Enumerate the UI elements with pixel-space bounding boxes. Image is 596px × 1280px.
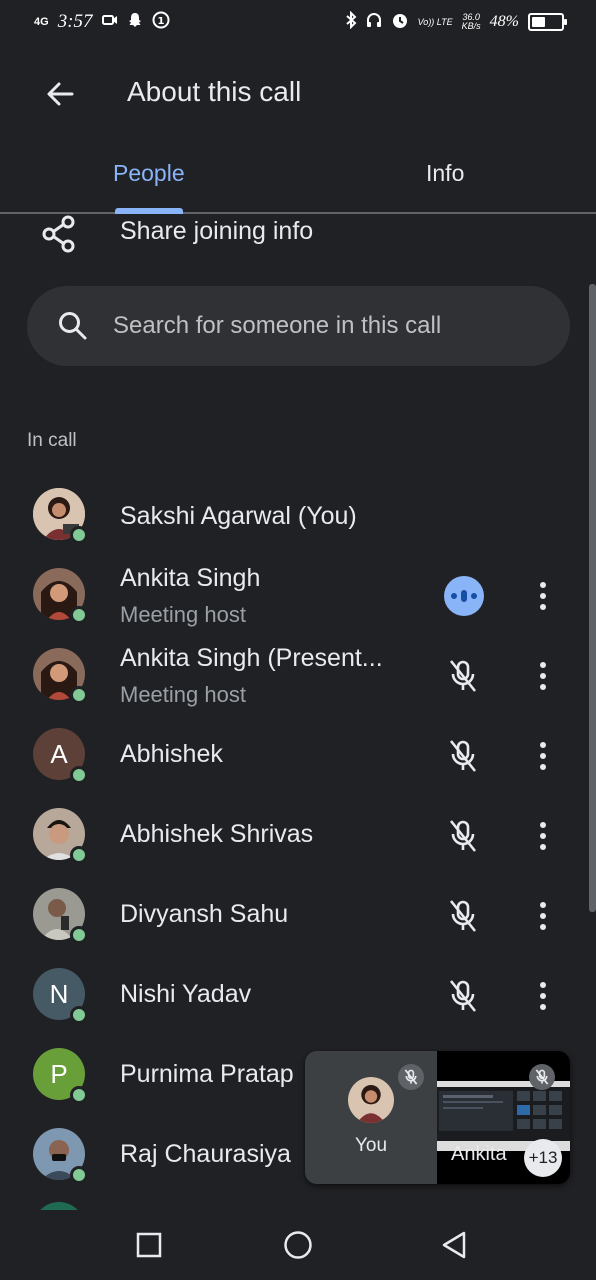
online-indicator (70, 846, 88, 864)
mic-off-icon (529, 1064, 555, 1090)
square-icon (136, 1232, 162, 1258)
mic-off-icon (444, 737, 482, 775)
participant-name: Sakshi Agarwal (You) (120, 502, 357, 530)
clock: 3:57 (57, 11, 93, 32)
mic-off-icon (444, 977, 482, 1015)
share-joining-info-label: Share joining info (120, 217, 314, 245)
volte-indicator: Vo)) LTE (417, 16, 453, 27)
svg-text:1: 1 (157, 16, 164, 27)
more-options-button[interactable] (528, 896, 558, 936)
mic-off-icon (398, 1064, 424, 1090)
self-tile-label: You (354, 1135, 388, 1156)
circle-icon (284, 1231, 312, 1259)
online-indicator (70, 686, 88, 704)
headphones-icon (366, 12, 382, 33)
bluetooth-icon (345, 10, 357, 34)
online-indicator (70, 1166, 88, 1184)
search-placeholder: Search for someone in this call (113, 312, 442, 339)
picture-in-picture-tiles[interactable]: You Ankita +13 (305, 1051, 570, 1184)
system-navigation-bar (0, 1210, 596, 1280)
tab-people[interactable]: People (113, 160, 185, 187)
participant-row[interactable]: Abhishek Shrivas (0, 796, 596, 876)
more-options-button[interactable] (528, 656, 558, 696)
back-nav-button[interactable] (437, 1228, 471, 1262)
more-options-button[interactable] (528, 576, 558, 616)
more-options-button[interactable] (528, 816, 558, 856)
participant-row[interactable]: A Abhishek (0, 716, 596, 796)
status-bar: 4G 3:57 1 Vo)) LTE 36.0 KB/s 48% (0, 0, 596, 44)
mic-off-icon (444, 657, 482, 695)
participant-name: Abhishek Shrivas (120, 820, 314, 848)
more-participants-badge[interactable]: +13 (524, 1139, 562, 1177)
more-options-button[interactable] (528, 976, 558, 1016)
self-tile[interactable]: You (305, 1051, 437, 1184)
participant-name: Nishi Yadav (120, 980, 252, 1008)
participant-name: Ankita Singh (Present... (120, 644, 383, 672)
online-indicator (70, 1006, 88, 1024)
search-icon (59, 312, 87, 340)
speaking-indicator-icon (444, 576, 484, 616)
avatar-initial: A (50, 738, 68, 769)
recents-button[interactable] (132, 1228, 166, 1262)
search-input[interactable]: Search for someone in this call (27, 286, 570, 366)
online-indicator (70, 766, 88, 784)
avatar-photo (348, 1077, 394, 1123)
battery-icon (528, 13, 567, 31)
share-icon (42, 215, 75, 253)
back-button[interactable] (36, 70, 84, 118)
participant-row[interactable]: N Nishi Yadav (0, 956, 596, 1036)
mic-off-icon (444, 897, 482, 935)
triangle-back-icon (442, 1231, 466, 1259)
self-avatar (348, 1077, 394, 1123)
tab-bar: People Info (0, 140, 596, 214)
speed-unit: KB/s (461, 21, 481, 31)
participant-name: Purnima Pratap (120, 1060, 294, 1088)
presenter-tile-label: Ankita (451, 1143, 507, 1165)
participant-name: Raj Chaurasiya (120, 1140, 291, 1168)
avatar (33, 1202, 85, 1210)
participant-name: Ankita Singh (120, 564, 261, 592)
more-options-button[interactable] (528, 736, 558, 776)
online-indicator (70, 926, 88, 944)
share-joining-info-button[interactable]: Share joining info (0, 210, 596, 258)
data-saver-icon: 1 (152, 11, 170, 34)
tab-info[interactable]: Info (426, 160, 464, 187)
participant-row[interactable]: Ankita Singh (Present... Meeting host (0, 636, 596, 716)
section-label-in-call: In call (27, 430, 77, 451)
home-button[interactable] (281, 1228, 315, 1262)
participant-role: Meeting host (120, 602, 246, 627)
network-speed: 36.0 KB/s (462, 13, 481, 31)
presenter-tile[interactable]: Ankita +13 (437, 1051, 570, 1184)
battery-fill (532, 17, 545, 27)
battery-percentage: 48% (489, 13, 519, 30)
participant-name: Abhishek (120, 740, 223, 768)
online-indicator (70, 526, 88, 544)
network-indicator: 4G (34, 16, 49, 28)
online-indicator (70, 606, 88, 624)
participant-name: Divyansh Sahu (120, 900, 289, 928)
arrow-left-icon (47, 82, 74, 106)
participant-row[interactable]: Ankita Singh Meeting host (0, 556, 596, 636)
alarm-icon (391, 11, 409, 34)
avatar-initial: P (50, 1058, 68, 1089)
page-title: About this call (127, 76, 302, 107)
snapchat-icon (127, 12, 143, 33)
participant-row[interactable]: Divyansh Sahu (0, 876, 596, 956)
participant-role: Meeting host (120, 682, 246, 707)
online-indicator (70, 1086, 88, 1104)
avatar-initial: N (49, 978, 69, 1009)
participant-row[interactable]: Sakshi Agarwal (You) (0, 476, 596, 556)
video-icon (101, 13, 118, 32)
mic-off-icon (444, 817, 482, 855)
